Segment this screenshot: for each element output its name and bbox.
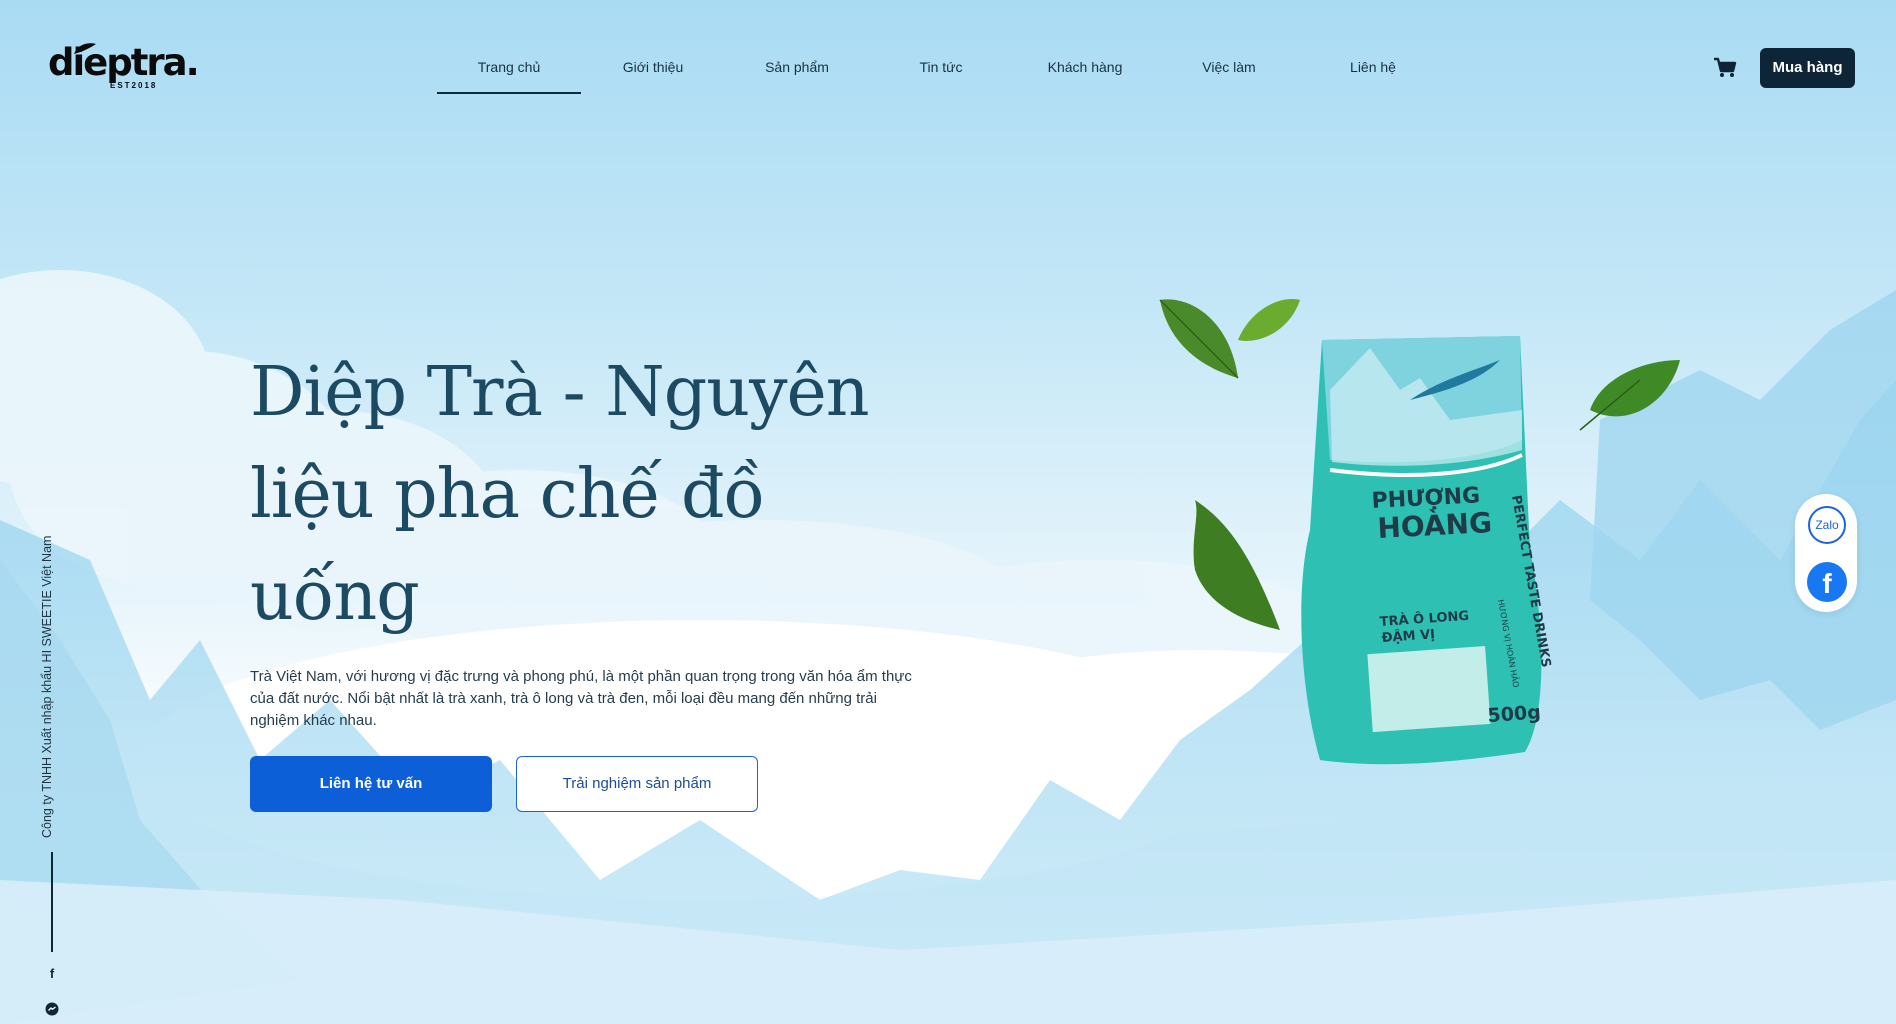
tea-leaf-icon [1193, 500, 1280, 630]
nav-item-viec-lam[interactable]: Việc làm [1157, 46, 1301, 92]
tea-leaf-icon [1238, 299, 1300, 341]
site-header: dieptra. EST2018 Trang chủ Giới thiệu Sả… [0, 0, 1896, 136]
hero-title-line2: liệu pha chế đồ uống [250, 455, 765, 636]
product-brand-line2: HOÀNG [1377, 505, 1493, 545]
side-divider [51, 852, 53, 952]
logo-text: dieptra. [48, 41, 200, 84]
zalo-icon[interactable]: Zalo [1808, 506, 1846, 544]
hero-title: Diệp Trà - Nguyên liệu pha chế đồ uống [250, 342, 950, 648]
main-nav: Trang chủ Giới thiệu Sản phẩm Tin tức Kh… [437, 46, 1445, 94]
hero-description: Trà Việt Nam, với hương vị đặc trưng và … [250, 668, 912, 729]
nav-item-san-pham[interactable]: Sản phẩm [725, 46, 869, 92]
nav-item-gioi-thieu[interactable]: Giới thiệu [581, 46, 725, 92]
messenger-icon[interactable] [45, 1002, 59, 1016]
facebook-circle-icon[interactable]: f [1807, 562, 1847, 602]
brand-logo[interactable]: dieptra. EST2018 [48, 41, 200, 94]
hero-actions: Liên hệ tư vấn Trải nghiệm sản phẩm [250, 756, 950, 812]
leaf-logo-icon [74, 43, 96, 54]
cart-icon[interactable] [1712, 54, 1738, 80]
contact-consult-button[interactable]: Liên hệ tư vấn [250, 756, 492, 812]
product-package-image: PHƯỢNG HOÀNG PERFECT TASTE DRINKS HƯƠNG … [1159, 299, 1680, 765]
tea-leaf-icon [1159, 299, 1239, 379]
nav-item-trang-chu[interactable]: Trang chủ [437, 46, 581, 94]
tea-leaf-icon [1579, 360, 1680, 431]
facebook-icon[interactable]: f [46, 966, 58, 982]
social-floating-bar: Zalo f [1795, 494, 1857, 612]
try-product-button[interactable]: Trải nghiệm sản phẩm [516, 756, 758, 812]
nav-item-tin-tuc[interactable]: Tin tức [869, 46, 1013, 92]
hero-title-line1: Diệp Trà - Nguyên [250, 353, 870, 432]
buy-button[interactable]: Mua hàng [1760, 48, 1855, 88]
hero-section: Diệp Trà - Nguyên liệu pha chế đồ uống T… [250, 342, 950, 812]
nav-item-khach-hang[interactable]: Khách hàng [1013, 46, 1157, 92]
nav-item-lien-he[interactable]: Liên hệ [1301, 46, 1445, 92]
product-weight: 500g [1487, 701, 1542, 727]
company-name-vertical: Công ty TNHH Xuất nhập khẩu HI SWEETIE V… [40, 535, 54, 838]
logo-subtext: EST2018 [110, 81, 158, 90]
